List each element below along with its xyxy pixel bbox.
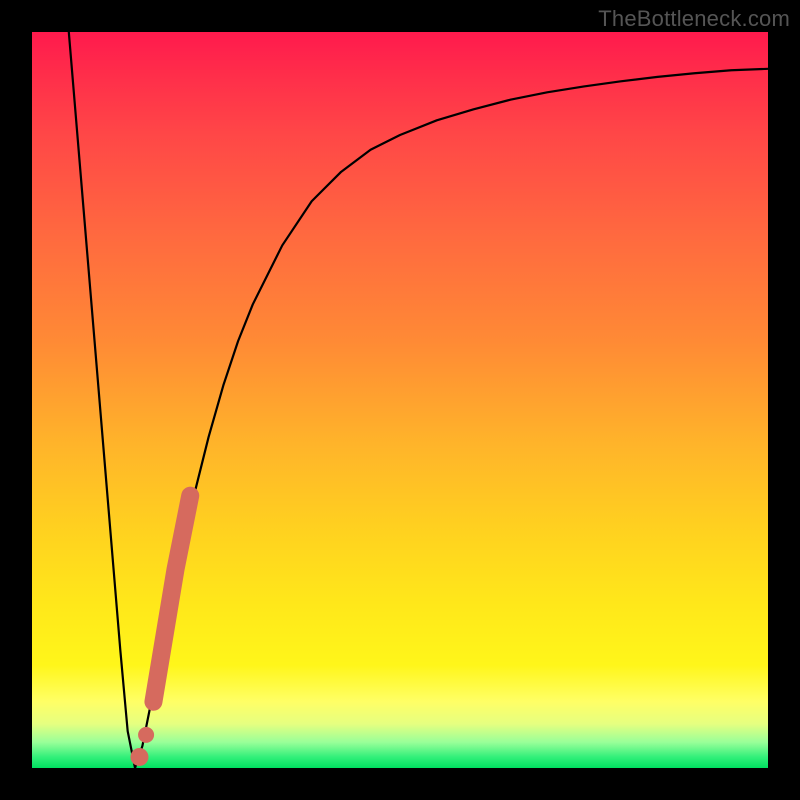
marker-stroke [153, 496, 190, 702]
bottleneck-curve [69, 32, 768, 768]
marker-dot [138, 727, 154, 743]
plot-area [32, 32, 768, 768]
chart-frame: TheBottleneck.com [0, 0, 800, 800]
watermark-text: TheBottleneck.com [598, 6, 790, 32]
marker-dot [130, 748, 148, 766]
chart-overlay [32, 32, 768, 768]
highlighted-range [130, 496, 190, 766]
